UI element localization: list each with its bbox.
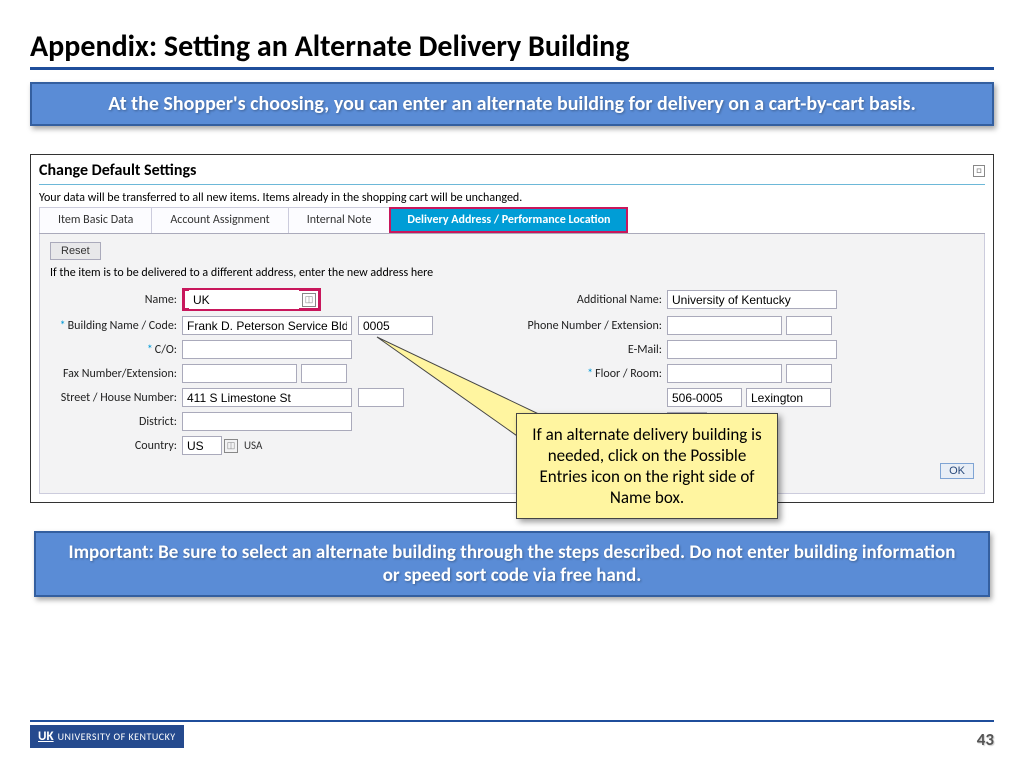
callout-box: If an alternate delivery building is nee…: [516, 413, 778, 519]
uk-mark: UK: [38, 729, 54, 744]
tab-bar: Item Basic Data Account Assignment Inter…: [39, 207, 985, 234]
zip-input[interactable]: [667, 388, 742, 407]
reset-button[interactable]: Reset: [50, 242, 101, 260]
page-number: 43: [977, 729, 994, 750]
fax-input[interactable]: [182, 364, 297, 383]
street-label: Street / House Number:: [50, 391, 177, 405]
room-input[interactable]: [786, 364, 832, 383]
additional-name-input[interactable]: [667, 290, 837, 309]
floor-input[interactable]: [667, 364, 782, 383]
building-label: Building Name / Code:: [50, 319, 177, 333]
district-input[interactable]: [182, 412, 352, 431]
minimize-icon[interactable]: □: [973, 165, 985, 177]
house-number-input[interactable]: [358, 388, 404, 407]
transfer-note: Your data will be transferred to all new…: [39, 191, 985, 205]
floor-label: Floor / Room:: [512, 367, 662, 381]
extension-input[interactable]: [786, 316, 832, 335]
page-title: Appendix: Setting an Alternate Delivery …: [30, 28, 994, 70]
co-label: C/O:: [50, 343, 177, 357]
building-name-input[interactable]: [182, 316, 352, 335]
uk-logo: UK UNIVERSITY OF KENTUCKY: [30, 725, 184, 748]
fax-label: Fax Number/Extension:: [50, 367, 177, 381]
settings-panel: Change Default Settings □ Your data will…: [30, 154, 994, 503]
name-input-highlight: ◫: [182, 288, 321, 311]
important-banner: Important: Be sure to select an alternat…: [34, 531, 990, 597]
email-input[interactable]: [667, 340, 837, 359]
phone-input[interactable]: [667, 316, 782, 335]
country-picker-icon[interactable]: ◫: [224, 439, 238, 453]
country-name-text: USA: [244, 439, 262, 452]
building-code-input[interactable]: [358, 316, 433, 335]
co-input[interactable]: [182, 340, 352, 359]
name-input[interactable]: [189, 290, 299, 309]
city-input[interactable]: [746, 388, 831, 407]
form-area: Reset If the item is to be delivered to …: [39, 234, 985, 494]
country-code-input[interactable]: [182, 436, 222, 455]
name-label: Name:: [50, 293, 177, 307]
tab-basic-data[interactable]: Item Basic Data: [39, 207, 152, 233]
phone-label: Phone Number / Extension:: [512, 319, 662, 333]
email-label: E-Mail:: [512, 343, 662, 357]
tab-delivery-address[interactable]: Delivery Address / Performance Location: [389, 207, 628, 233]
panel-heading: Change Default Settings: [39, 161, 196, 180]
intro-banner: At the Shopper's choosing, you can enter…: [30, 82, 994, 126]
tab-internal-note[interactable]: Internal Note: [288, 207, 391, 233]
possible-entries-icon[interactable]: ◫: [302, 293, 316, 307]
district-label: District:: [50, 415, 177, 429]
ok-button[interactable]: OK: [940, 463, 974, 479]
street-input[interactable]: [182, 388, 352, 407]
form-hint: If the item is to be delivered to a diff…: [50, 266, 974, 280]
uk-name: UNIVERSITY OF KENTUCKY: [58, 730, 176, 743]
tab-account-assignment[interactable]: Account Assignment: [151, 207, 288, 233]
additional-name-label: Additional Name:: [512, 293, 662, 307]
fax-ext-input[interactable]: [301, 364, 347, 383]
country-label: Country:: [50, 439, 177, 453]
footer: UK UNIVERSITY OF KENTUCKY 43: [30, 720, 994, 748]
